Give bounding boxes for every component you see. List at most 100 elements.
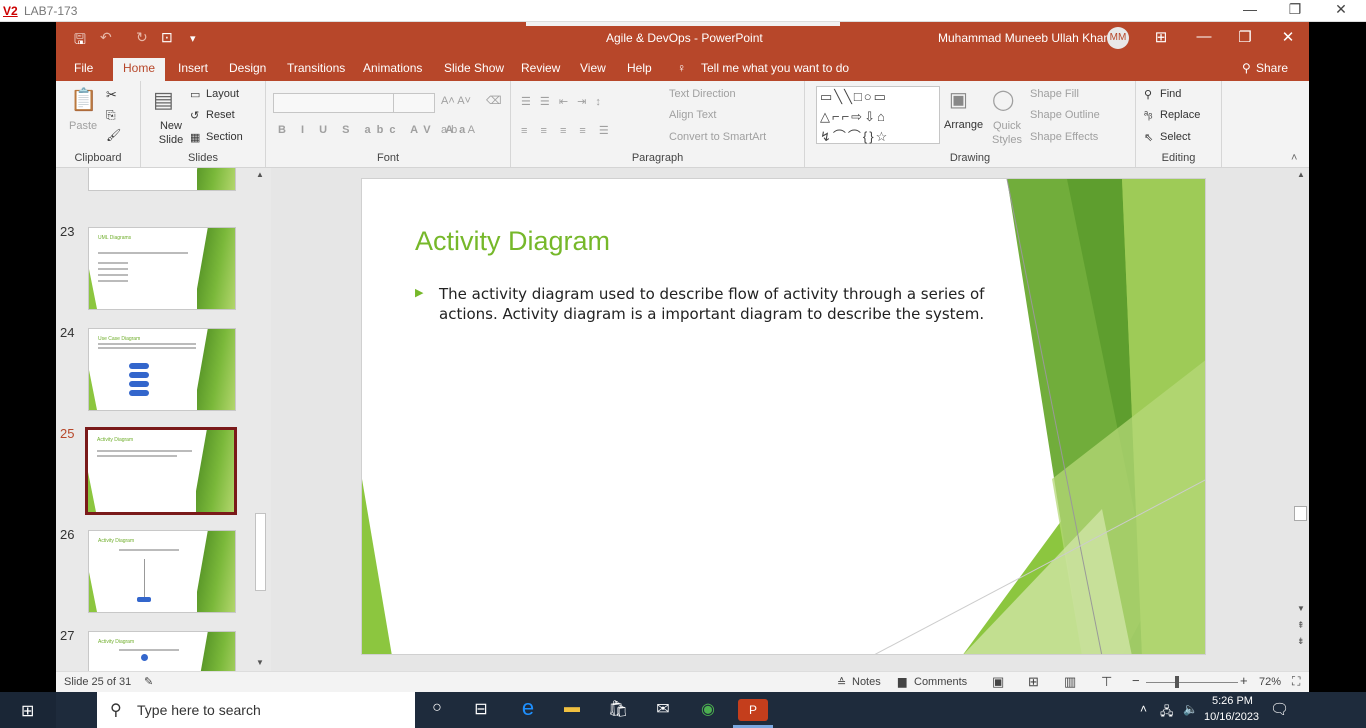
network-icon[interactable]: 🖧 <box>1160 702 1173 723</box>
tab-help[interactable]: Help <box>627 61 652 75</box>
tab-view[interactable]: View <box>580 61 606 75</box>
layout-button[interactable]: Layout <box>206 88 239 100</box>
font-name-box[interactable] <box>273 93 394 113</box>
start-from-beginning-icon[interactable]: ⊡ <box>161 29 173 46</box>
cut-icon[interactable]: ✂ <box>106 87 117 103</box>
scroll-up-icon[interactable]: ▲ <box>1297 170 1305 179</box>
slide-thumbnail-22[interactable] <box>88 168 236 191</box>
reading-view-icon[interactable]: ▥ <box>1064 674 1076 690</box>
grow-font-icon[interactable]: A˄ A˅ <box>441 95 471 107</box>
customize-toolbar-icon[interactable]: ▾ <box>190 32 196 45</box>
user-name[interactable]: Muhammad Muneeb Ullah Khan <box>938 31 1110 45</box>
align-icons[interactable]: ≡ ≡ ≡ ≡ ☰ <box>521 124 614 137</box>
outer-minimize-button[interactable]: — <box>1235 1 1265 17</box>
tab-transitions[interactable]: Transitions <box>287 61 345 75</box>
tab-review[interactable]: Review <box>521 61 560 75</box>
avatar[interactable]: MM <box>1107 27 1129 49</box>
paste-icon[interactable]: 📋 <box>70 87 97 113</box>
slide-show-icon[interactable]: ⊤ <box>1101 674 1112 690</box>
fit-to-window-icon[interactable]: ⛶ <box>1292 674 1300 689</box>
notifications-icon[interactable]: 🗨 <box>1270 700 1289 718</box>
task-view-icon[interactable]: ⊟ <box>466 699 496 721</box>
new-slide-button[interactable]: New Slide <box>151 119 191 147</box>
replace-button[interactable]: Replace <box>1160 109 1200 121</box>
clock-date[interactable]: 10/16/2023 <box>1204 711 1259 723</box>
volume-icon[interactable]: 🔈 <box>1183 702 1198 716</box>
restore-button[interactable]: ❐ <box>1233 28 1257 46</box>
scroll-down-icon[interactable]: ▼ <box>256 658 264 667</box>
select-button[interactable]: Select <box>1160 131 1191 143</box>
find-button[interactable]: Find <box>1160 88 1181 100</box>
new-slide-icon[interactable]: ▤ <box>153 87 174 113</box>
redo-icon[interactable]: ↻ <box>136 29 148 46</box>
clear-format-icon[interactable]: ⌫ <box>486 94 502 107</box>
outer-restore-button[interactable]: ❐ <box>1280 1 1310 18</box>
copy-icon[interactable]: ⎘ <box>106 108 116 123</box>
undo-icon[interactable]: ↶ <box>100 29 112 46</box>
scrollbar-thumb[interactable] <box>255 513 266 591</box>
save-icon[interactable]: 🖫 <box>74 29 86 53</box>
slide-title[interactable]: Activity Diagram <box>415 226 610 257</box>
previous-slide-icon[interactable]: ⇞ <box>1297 620 1305 631</box>
tab-insert[interactable]: Insert <box>178 61 208 75</box>
tab-slide-show[interactable]: Slide Show <box>444 61 504 75</box>
notes-button[interactable]: Notes <box>852 676 881 688</box>
slide-thumbnail[interactable]: Activity Diagram <box>88 631 236 671</box>
share-button[interactable]: Share <box>1256 61 1288 75</box>
shape-fill-button[interactable]: Shape Fill <box>1030 88 1079 100</box>
mail-icon[interactable]: ✉ <box>648 699 678 721</box>
scroll-up-icon[interactable]: ▲ <box>256 170 264 179</box>
reset-button[interactable]: Reset <box>206 109 235 121</box>
slide-thumbnail[interactable]: Use Case Diagram <box>88 328 236 411</box>
scroll-down-icon[interactable]: ▼ <box>1297 604 1305 613</box>
taskbar-search[interactable]: ⚲ Type here to search <box>97 692 415 728</box>
align-text-button[interactable]: Align Text <box>669 109 717 121</box>
zoom-slider[interactable] <box>1146 682 1238 683</box>
convert-smartart-button[interactable]: Convert to SmartArt <box>669 131 766 143</box>
format-painter-icon[interactable]: 🖌 <box>106 128 121 142</box>
paste-button[interactable]: Paste <box>69 120 97 132</box>
slide-thumbnail[interactable]: Activity Diagram <box>88 530 236 613</box>
scrollbar-thumb[interactable] <box>1294 506 1307 521</box>
next-slide-icon[interactable]: ⇟ <box>1297 636 1305 647</box>
edge-icon[interactable]: e <box>513 695 543 720</box>
close-button[interactable]: ✕ <box>1276 28 1300 46</box>
chrome-icon[interactable]: ◉ <box>693 699 723 721</box>
shape-outline-button[interactable]: Shape Outline <box>1030 109 1100 121</box>
ribbon-display-options-icon[interactable]: ⊞ <box>1149 28 1173 46</box>
cortana-icon[interactable]: ○ <box>422 699 452 721</box>
section-button[interactable]: Section <box>206 131 243 143</box>
comments-button[interactable]: Comments <box>914 676 967 688</box>
editor-scrollbar[interactable]: ▲ ▼ ⇞ ⇟ <box>1293 168 1309 671</box>
tell-me-search[interactable]: Tell me what you want to do <box>701 61 849 75</box>
collapse-ribbon-icon[interactable]: ˄ <box>1291 152 1297 164</box>
thumbnail-scrollbar[interactable]: ▲ ▼ <box>253 168 269 671</box>
file-explorer-icon[interactable]: ▬ <box>557 699 587 721</box>
slide-thumbnail-selected[interactable]: Activity Diagram <box>85 427 237 515</box>
tab-design[interactable]: Design <box>229 61 266 75</box>
zoom-level[interactable]: 72% <box>1259 676 1281 688</box>
store-icon[interactable]: 🛍 <box>603 699 633 721</box>
quick-styles-icon[interactable]: ◯ <box>992 87 1014 112</box>
arrange-button[interactable]: Arrange <box>944 119 983 131</box>
quick-styles-button[interactable]: Quick Styles <box>989 119 1025 147</box>
normal-view-icon[interactable]: ▣ <box>992 674 1004 690</box>
arrange-icon[interactable]: ▣ <box>949 87 968 112</box>
tab-animations[interactable]: Animations <box>363 61 422 75</box>
font-color-icons[interactable]: ab A <box>441 124 479 136</box>
slide-sorter-icon[interactable]: ⊞ <box>1028 674 1039 690</box>
shapes-gallery[interactable]: ▭╲╲□○▭ △⌐⌐⇨⇩⌂ ↯⌒⌒{}☆ <box>816 86 940 144</box>
zoom-out-icon[interactable]: − <box>1132 673 1140 688</box>
outer-close-button[interactable]: ✕ <box>1326 1 1356 18</box>
slide-thumbnail[interactable]: UML Diagrams <box>88 227 236 310</box>
powerpoint-taskbar-icon[interactable]: P <box>738 699 768 721</box>
slide-body-text[interactable]: The activity diagram used to describe fl… <box>439 285 1009 324</box>
font-size-box[interactable] <box>393 93 435 113</box>
zoom-in-icon[interactable]: + <box>1240 673 1248 688</box>
zoom-slider-thumb[interactable] <box>1175 676 1179 688</box>
start-button[interactable]: ⊞ <box>0 692 56 728</box>
share-icon[interactable]: ⚲ <box>1242 61 1251 75</box>
tab-file[interactable]: File <box>74 61 93 75</box>
clock-time[interactable]: 5:26 PM <box>1212 695 1253 707</box>
text-direction-button[interactable]: Text Direction <box>669 88 736 100</box>
